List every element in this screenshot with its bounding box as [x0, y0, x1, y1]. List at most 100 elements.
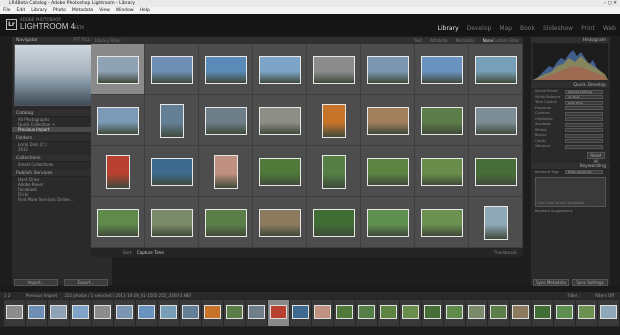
filmstrip-thumbnail[interactable]	[226, 305, 243, 319]
filmstrip-cell[interactable]	[70, 300, 91, 326]
filmstrip-cell[interactable]	[466, 300, 487, 326]
filter-option-none[interactable]: None	[483, 37, 493, 44]
sort-value[interactable]: Capture Time	[137, 250, 164, 255]
grid-cell[interactable]	[199, 197, 253, 248]
filmstrip-thumbnail[interactable]	[600, 305, 617, 319]
grid-cell[interactable]	[253, 146, 307, 197]
filmstrip-thumbnail[interactable]	[534, 305, 551, 319]
filmstrip-thumbnail[interactable]	[248, 305, 265, 319]
grid-cell[interactable]	[91, 44, 145, 95]
photo-thumbnail[interactable]	[367, 157, 409, 186]
filmstrip-thumbnail[interactable]	[72, 305, 89, 319]
filmstrip-cell[interactable]	[378, 300, 399, 326]
photo-thumbnail[interactable]	[367, 208, 409, 237]
grid-cell[interactable]	[361, 44, 415, 95]
grid-cell[interactable]	[199, 146, 253, 197]
filmstrip-cell[interactable]	[554, 300, 575, 326]
photo-thumbnail[interactable]	[313, 55, 355, 84]
photo-thumbnail[interactable]	[97, 55, 139, 84]
quick-develop-control[interactable]	[565, 144, 603, 149]
module-develop[interactable]: Develop	[467, 25, 492, 32]
filmstrip-cell[interactable]	[246, 300, 267, 326]
window-controls[interactable]: – ▢ ✕	[604, 0, 617, 7]
filmstrip-cell[interactable]	[202, 300, 223, 326]
module-slideshow[interactable]: Slideshow	[543, 25, 573, 32]
filmstrip-cell[interactable]	[532, 300, 553, 326]
filmstrip-thumbnail[interactable]	[556, 305, 573, 319]
quick-develop-control[interactable]	[565, 139, 603, 144]
filter-option-attribute[interactable]: Attribute	[430, 37, 448, 44]
photo-thumbnail[interactable]	[151, 55, 193, 84]
filmstrip-thumbnail[interactable]	[50, 305, 67, 319]
filmstrip-cell[interactable]	[48, 300, 69, 326]
photo-thumbnail[interactable]	[205, 106, 247, 135]
photo-thumbnail[interactable]	[322, 154, 346, 189]
filmstrip-cell[interactable]	[422, 300, 443, 326]
filmstrip-thumbnail[interactable]	[204, 305, 221, 319]
filmstrip-cell[interactable]	[510, 300, 531, 326]
filmstrip-thumbnail[interactable]	[6, 305, 23, 319]
photo-thumbnail[interactable]	[421, 157, 463, 186]
source-label[interactable]: Previous Import	[26, 293, 57, 298]
photo-thumbnail[interactable]	[205, 55, 247, 84]
photo-thumbnail[interactable]	[475, 157, 517, 186]
grid-cell[interactable]	[361, 146, 415, 197]
quick-develop-control[interactable]: Default Settings	[565, 89, 603, 94]
quick-develop-control[interactable]: Auto Tone	[565, 100, 603, 105]
filmstrip-cell[interactable]	[114, 300, 135, 326]
grid-cell[interactable]	[361, 197, 415, 248]
photo-thumbnail[interactable]	[259, 106, 301, 135]
menu-item-window[interactable]: Window	[116, 7, 134, 14]
quick-develop-header[interactable]: Quick Develop	[531, 82, 610, 89]
grid-cell[interactable]	[469, 197, 523, 248]
grid-cell[interactable]	[91, 95, 145, 146]
photo-thumbnail[interactable]	[484, 205, 508, 240]
filmstrip-cell[interactable]	[26, 300, 47, 326]
filmstrip-thumbnail[interactable]	[314, 305, 331, 319]
photo-thumbnail[interactable]	[421, 106, 463, 135]
sync-settings-button[interactable]: Sync Settings	[572, 279, 608, 286]
module-library[interactable]: Library	[438, 25, 459, 32]
photo-thumbnail[interactable]	[205, 208, 247, 237]
photo-thumbnail[interactable]	[475, 106, 517, 135]
filmstrip-thumbnail[interactable]	[578, 305, 595, 319]
filmstrip-cell[interactable]	[92, 300, 113, 326]
filmstrip-thumbnail[interactable]	[116, 305, 133, 319]
grid-cell[interactable]	[415, 146, 469, 197]
menu-item-edit[interactable]: Edit	[17, 7, 26, 14]
filmstrip-cell[interactable]	[576, 300, 597, 326]
filmstrip-cell[interactable]	[400, 300, 421, 326]
menu-item-library[interactable]: Library	[31, 7, 47, 14]
module-print[interactable]: Print	[581, 25, 595, 32]
grid-cell[interactable]	[415, 95, 469, 146]
grid-cell[interactable]	[253, 44, 307, 95]
filmstrip-cell[interactable]	[136, 300, 157, 326]
filmstrip-thumbnail[interactable]	[138, 305, 155, 319]
grid-cell[interactable]	[145, 95, 199, 146]
reset-all-button[interactable]: Reset All	[587, 151, 605, 164]
quick-develop-control[interactable]: As Shot	[565, 95, 603, 100]
filmstrip-thumbnail[interactable]	[402, 305, 419, 319]
grid-cell[interactable]	[415, 44, 469, 95]
module-map[interactable]: Map	[499, 25, 512, 32]
menu-item-file[interactable]: File	[3, 7, 11, 14]
grid-cell[interactable]	[253, 95, 307, 146]
photo-thumbnail[interactable]	[475, 55, 517, 84]
filmstrip-cell[interactable]	[444, 300, 465, 326]
menu-item-metadata[interactable]: Metadata	[72, 7, 93, 14]
grid-cell[interactable]	[145, 197, 199, 248]
quick-develop-control[interactable]	[565, 117, 603, 122]
filter-option-text[interactable]: Text	[414, 37, 422, 44]
photo-thumbnail[interactable]	[313, 208, 355, 237]
filmstrip-cell[interactable]	[356, 300, 377, 326]
menu-item-view[interactable]: View	[99, 7, 110, 14]
filmstrip-thumbnail[interactable]	[358, 305, 375, 319]
filmstrip-thumbnail[interactable]	[336, 305, 353, 319]
filmstrip-thumbnail[interactable]	[380, 305, 397, 319]
grid-cell[interactable]	[361, 95, 415, 146]
filmstrip-thumbnail[interactable]	[28, 305, 45, 319]
filter-option-metadata[interactable]: Metadata	[456, 37, 475, 44]
photo-thumbnail[interactable]	[151, 208, 193, 237]
filmstrip-thumbnail[interactable]	[468, 305, 485, 319]
filmstrip-cell[interactable]	[180, 300, 201, 326]
